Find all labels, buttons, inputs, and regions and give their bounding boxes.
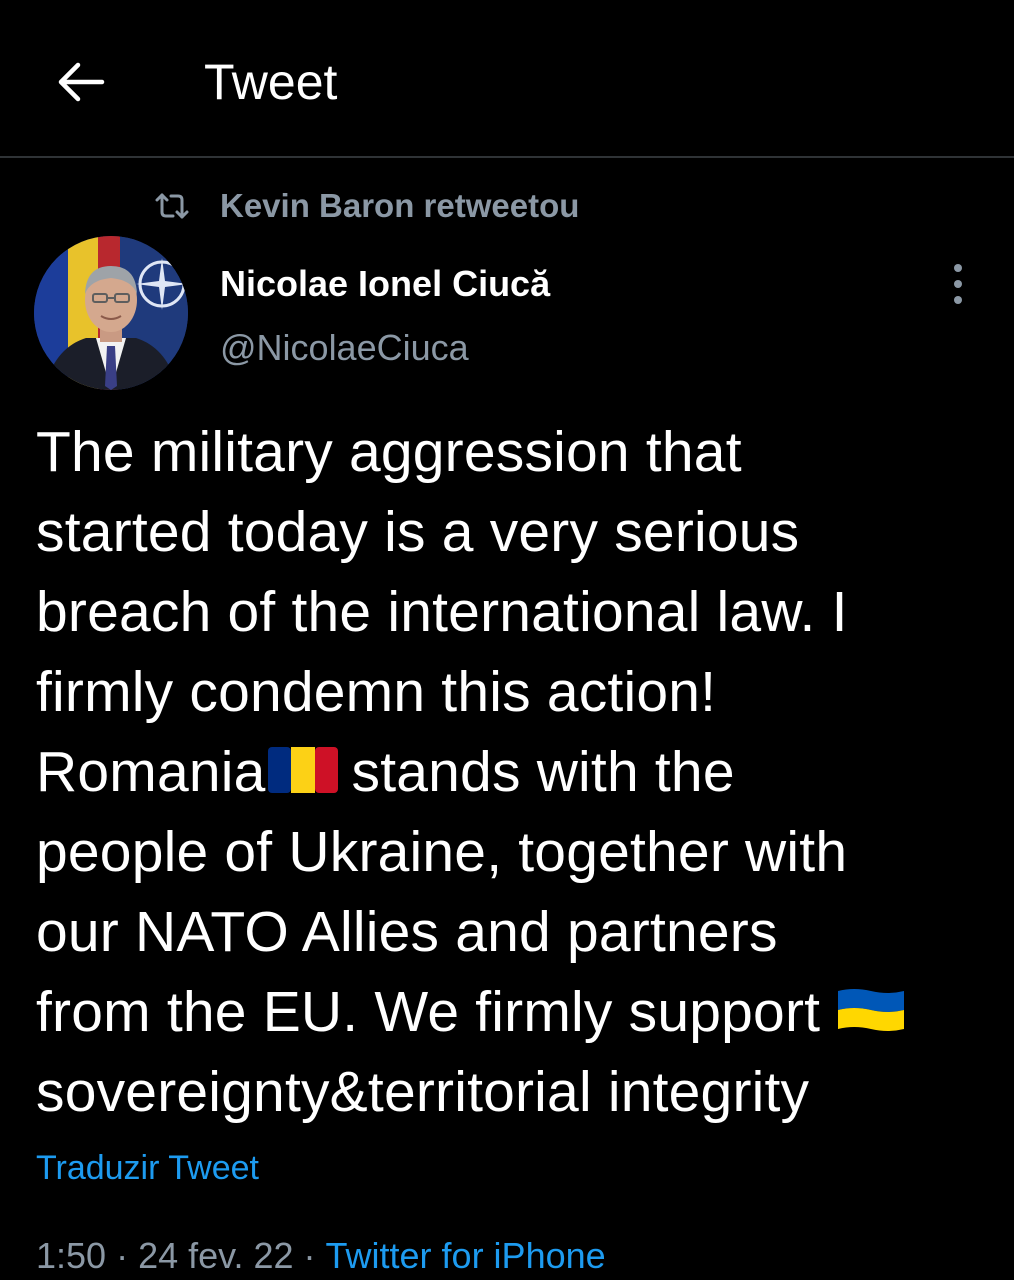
tweet-segment: Romania [36, 740, 266, 804]
top-app-bar: Tweet [0, 0, 1014, 158]
more-options-button[interactable] [936, 258, 980, 310]
separator: · [303, 1235, 316, 1276]
author-handle[interactable]: @NicolaeCiuca [220, 326, 469, 370]
more-vertical-icon [954, 264, 962, 304]
page-title: Tweet [204, 54, 338, 110]
tweet-line: started today is a very serious [36, 500, 800, 564]
arrow-left-icon [58, 62, 105, 102]
tweet-metadata: 1:50 · 24 fev. 22 · Twitter for iPhone [36, 1232, 606, 1280]
tweet-line: breach of the international law. I [36, 580, 848, 644]
tweet-time: 1:50 [36, 1235, 107, 1276]
ukraine-flag-emoji-icon [838, 988, 905, 1031]
separator: · [116, 1235, 129, 1276]
retweet-text: Kevin Baron retweetou [220, 187, 580, 224]
profile-photo [34, 236, 188, 390]
tweet-line: The military aggression that [36, 420, 742, 484]
tweet-text: The military aggression that started tod… [36, 412, 986, 1132]
retweet-context[interactable]: Kevin Baron retweetou [150, 184, 579, 228]
translate-tweet-link[interactable]: Traduzir Tweet [36, 1146, 259, 1190]
romania-flag-emoji-icon [267, 746, 338, 793]
tweet-line-with-flag: from the EU. We firmly support [36, 972, 986, 1052]
tweet-segment: stands with the [351, 740, 735, 804]
tweet-line: people of Ukraine, together with [36, 820, 848, 884]
tweet-segment: from the EU. We firmly support [36, 980, 821, 1044]
retweet-icon [150, 184, 194, 228]
tweet-line: our NATO Allies and partners [36, 900, 778, 964]
tweet-date: 24 fev. 22 [138, 1235, 294, 1276]
back-button[interactable] [48, 50, 112, 114]
tweet-line: firmly condemn this action! [36, 660, 717, 724]
tweet-line: sovereignty&territorial integrity [36, 1060, 810, 1124]
avatar[interactable] [34, 236, 188, 390]
tweet-source-link[interactable]: Twitter for iPhone [326, 1235, 606, 1276]
tweet-line-with-flag: Romania stands with the [36, 732, 986, 812]
author-display-name[interactable]: Nicolae Ionel Ciucă [220, 262, 550, 306]
